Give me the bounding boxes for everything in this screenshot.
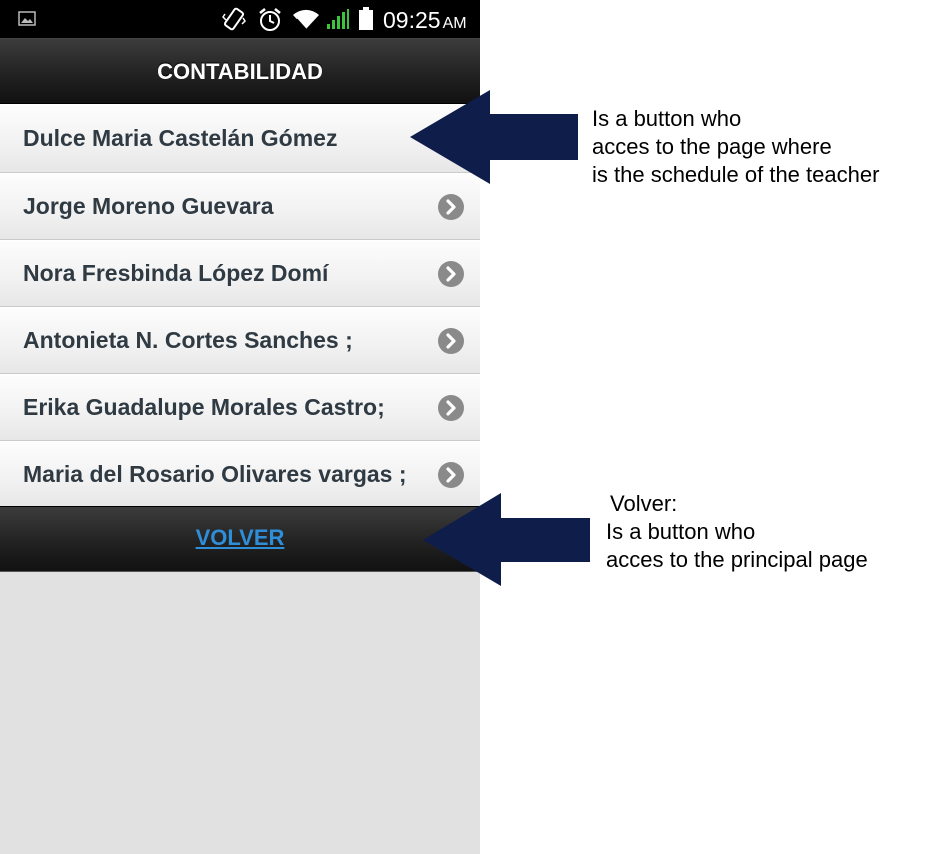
clock-time: 09:25 <box>383 7 441 33</box>
teacher-name: Jorge Moreno Guevara <box>23 193 274 219</box>
teacher-name: Antonieta N. Cortes Sanches ; <box>23 327 353 353</box>
teacher-name: Maria del Rosario Olivares vargas ; <box>23 461 407 487</box>
teacher-list: Dulce Maria Castelán Gómez Jorge Moreno … <box>0 104 480 508</box>
chevron-right-icon <box>438 327 464 354</box>
annotation-arrow-icon <box>410 90 578 184</box>
chevron-right-icon <box>438 260 464 287</box>
teacher-name: Dulce Maria Castelán Gómez <box>23 125 338 151</box>
status-bar: 09:25 AM <box>0 0 480 38</box>
wifi-icon <box>293 9 319 30</box>
volver-button[interactable]: VOLVER <box>196 524 285 552</box>
annotation-list-note: Is a button who acces to the page where … <box>592 105 879 189</box>
page-title: CONTABILIDAD <box>157 59 323 84</box>
vibrate-icon <box>222 7 246 31</box>
alarm-icon <box>259 8 281 31</box>
list-item[interactable]: Nora Fresbinda López Domí <box>0 240 480 307</box>
chevron-right-icon <box>438 394 464 421</box>
footer-bar: VOLVER <box>0 506 480 572</box>
gallery-icon <box>18 11 36 26</box>
annotation-line: Is a button who <box>606 519 756 544</box>
annotation-line: Is a button who <box>592 106 742 131</box>
battery-icon <box>359 7 373 30</box>
list-item[interactable]: Erika Guadalupe Morales Castro; <box>0 374 480 441</box>
annotation-line: Volver: <box>610 491 678 516</box>
annotation-line: is the schedule of the teacher <box>592 162 880 187</box>
clock-ampm: AM <box>442 15 467 32</box>
annotation-arrow-icon <box>423 493 590 586</box>
annotation-line: acces to the principal page <box>606 547 868 572</box>
list-item[interactable]: Antonieta N. Cortes Sanches ; <box>0 307 480 374</box>
list-item[interactable]: Dulce Maria Castelán Gómez <box>0 104 480 173</box>
header-bar: CONTABILIDAD <box>0 38 480 104</box>
annotation-line: acces to the page where <box>592 134 832 159</box>
chevron-right-icon <box>438 193 464 220</box>
phone-screen: 09:25 AM CONTABILIDAD Dulce Maria Castelá… <box>0 0 480 854</box>
signal-icon <box>327 9 349 29</box>
list-item[interactable]: Jorge Moreno Guevara <box>0 173 480 240</box>
chevron-right-icon <box>438 461 464 488</box>
status-clock: 09:25 AM <box>383 7 467 37</box>
list-item[interactable]: Maria del Rosario Olivares vargas ; <box>0 441 480 508</box>
teacher-name: Nora Fresbinda López Domí <box>23 260 329 286</box>
teacher-name: Erika Guadalupe Morales Castro; <box>23 394 385 420</box>
annotation-volver-note: Volver: Is a button who acces to the pri… <box>606 490 868 574</box>
